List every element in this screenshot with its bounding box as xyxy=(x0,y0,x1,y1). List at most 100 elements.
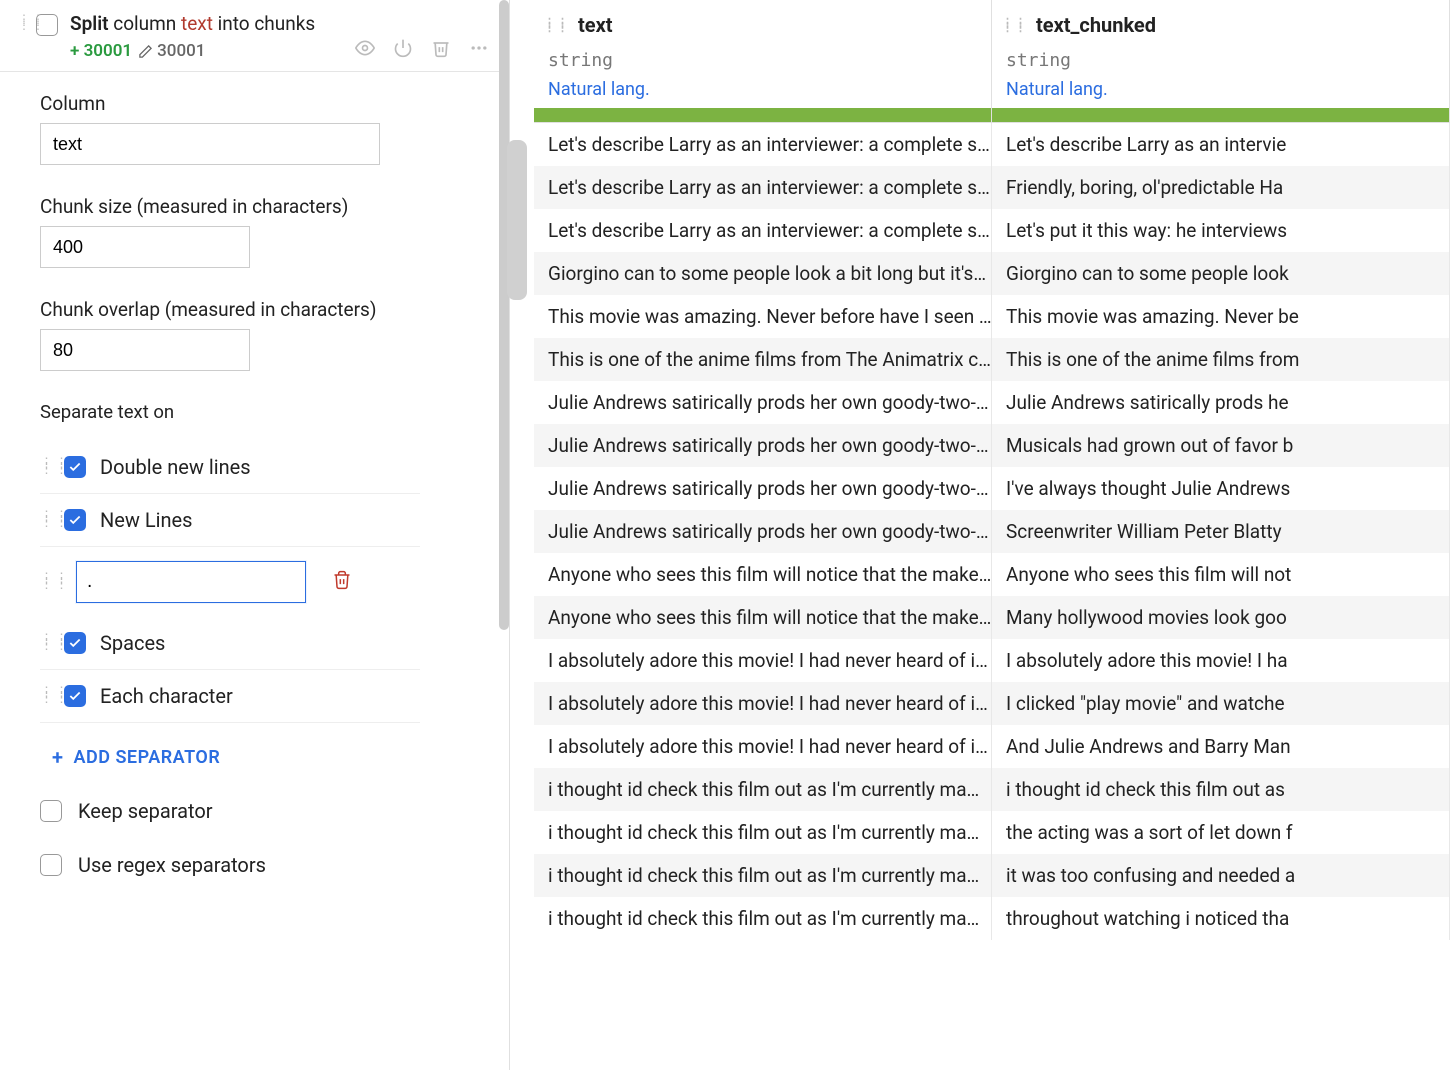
table-row[interactable]: i thought id check this film out as I'm … xyxy=(534,854,1450,897)
data-preview: ⋮⋮⋮⋮text string Natural lang. ⋮⋮⋮⋮text_c… xyxy=(534,0,1450,1070)
cell-text: i thought id check this film out as I'm … xyxy=(534,897,992,940)
column-meaning-link[interactable]: Natural lang. xyxy=(992,75,1449,108)
eye-icon[interactable] xyxy=(355,38,375,63)
column-label: Column xyxy=(40,92,469,115)
cell-text: Julie Andrews satirically prods her own … xyxy=(534,424,992,467)
cell-text-chunked: Many hollywood movies look goo xyxy=(992,596,1450,639)
drag-handle-icon[interactable]: ⋮⋮⋮⋮ xyxy=(40,461,50,473)
table-row[interactable]: Julie Andrews satirically prods her own … xyxy=(534,467,1450,510)
use-regex-label: Use regex separators xyxy=(78,853,266,877)
cell-text-chunked: Giorgino can to some people look xyxy=(992,252,1450,295)
separator-checkbox[interactable] xyxy=(64,456,86,478)
table-row[interactable]: This is one of the anime films from The … xyxy=(534,338,1450,381)
sidebar-scrollbar[interactable] xyxy=(499,0,509,630)
drag-handle-icon[interactable]: ⋮⋮⋮⋮ xyxy=(18,16,28,28)
cell-text: Anyone who sees this film will notice th… xyxy=(534,596,992,639)
rows-added-count: + 30001 xyxy=(70,41,132,61)
table-row[interactable]: Let's describe Larry as an interviewer: … xyxy=(534,123,1450,166)
cell-text: Julie Andrews satirically prods her own … xyxy=(534,467,992,510)
cell-text: This is one of the anime films from The … xyxy=(534,338,992,381)
table-row[interactable]: Giorgino can to some people look a bit l… xyxy=(534,252,1450,295)
chunk-overlap-label: Chunk overlap (measured in characters) xyxy=(40,298,469,321)
table-row[interactable]: I absolutely adore this movie! I had nev… xyxy=(534,682,1450,725)
panel-resizer[interactable] xyxy=(510,0,534,1070)
chunk-size-input[interactable] xyxy=(40,226,250,268)
cell-text: Anyone who sees this film will notice th… xyxy=(534,553,992,596)
cell-text: Giorgino can to some people look a bit l… xyxy=(534,252,992,295)
cell-text: I absolutely adore this movie! I had nev… xyxy=(534,682,992,725)
cell-text-chunked: Musicals had grown out of favor b xyxy=(992,424,1450,467)
cell-text: This movie was amazing. Never before hav… xyxy=(534,295,992,338)
use-regex-checkbox[interactable] xyxy=(40,854,62,876)
separator-label: Each character xyxy=(100,684,233,708)
table-row[interactable]: Julie Andrews satirically prods her own … xyxy=(534,510,1450,553)
keep-separator-label: Keep separator xyxy=(78,799,213,823)
cell-text-chunked: Friendly, boring, ol'predictable Ha xyxy=(992,166,1450,209)
cell-text: i thought id check this film out as I'm … xyxy=(534,854,992,897)
cell-text-chunked: Screenwriter William Peter Blatty xyxy=(992,510,1450,553)
cell-text: Julie Andrews satirically prods her own … xyxy=(534,510,992,553)
cell-text-chunked: I've always thought Julie Andrews xyxy=(992,467,1450,510)
table-row[interactable]: i thought id check this film out as I'm … xyxy=(534,897,1450,940)
power-icon[interactable] xyxy=(393,38,413,63)
drag-handle-icon[interactable]: ⋮⋮⋮⋮ xyxy=(40,637,50,649)
table-row[interactable]: Julie Andrews satirically prods her own … xyxy=(534,381,1450,424)
cell-text: Let's describe Larry as an interviewer: … xyxy=(534,209,992,252)
separator-label: Double new lines xyxy=(100,455,251,479)
more-icon[interactable] xyxy=(469,38,489,63)
drag-handle-icon[interactable]: ⋮⋮⋮⋮ xyxy=(1002,20,1028,30)
cell-text: Julie Andrews satirically prods her own … xyxy=(534,381,992,424)
rows-edited-count: 30001 xyxy=(138,41,205,61)
drag-handle-icon[interactable]: ⋮⋮⋮⋮ xyxy=(40,514,50,526)
separator-row: ⋮⋮⋮⋮ Double new lines xyxy=(40,441,420,494)
cell-text-chunked: Let's put it this way: he interviews xyxy=(992,209,1450,252)
cell-text: Let's describe Larry as an interviewer: … xyxy=(534,166,992,209)
table-row[interactable]: Anyone who sees this film will notice th… xyxy=(534,596,1450,639)
table-row[interactable]: I absolutely adore this movie! I had nev… xyxy=(534,639,1450,682)
separator-label: Spaces xyxy=(100,631,165,655)
column-input[interactable] xyxy=(40,123,380,165)
resizer-handle-icon[interactable] xyxy=(507,140,527,300)
cell-text-chunked: the acting was a sort of let down f xyxy=(992,811,1450,854)
separator-custom-row: ⋮⋮⋮⋮ xyxy=(40,547,469,617)
cell-text: Let's describe Larry as an interviewer: … xyxy=(534,123,992,166)
drag-handle-icon[interactable]: ⋮⋮⋮⋮ xyxy=(40,690,50,702)
cell-text-chunked: I absolutely adore this movie! I ha xyxy=(992,639,1450,682)
column-health-bar xyxy=(534,108,991,122)
column-type: string xyxy=(992,50,1449,75)
table-row[interactable]: Anyone who sees this film will notice th… xyxy=(534,553,1450,596)
keep-separator-checkbox[interactable] xyxy=(40,800,62,822)
separator-checkbox[interactable] xyxy=(64,685,86,707)
separator-checkbox[interactable] xyxy=(64,632,86,654)
table-row[interactable]: This movie was amazing. Never before hav… xyxy=(534,295,1450,338)
cell-text-chunked: throughout watching i noticed tha xyxy=(992,897,1450,940)
step-header: ⋮⋮⋮⋮ Split column text into chunks + 300… xyxy=(0,8,509,72)
step-enable-checkbox[interactable] xyxy=(36,14,58,36)
separator-checkbox[interactable] xyxy=(64,509,86,531)
separator-label: New Lines xyxy=(100,508,192,532)
drag-handle-icon[interactable]: ⋮⋮⋮⋮ xyxy=(544,20,570,30)
custom-separator-input[interactable] xyxy=(76,561,306,603)
column-header[interactable]: ⋮⋮⋮⋮text_chunked string Natural lang. xyxy=(992,0,1450,122)
separate-label: Separate text on xyxy=(40,401,469,423)
column-header[interactable]: ⋮⋮⋮⋮text string Natural lang. xyxy=(534,0,992,122)
table-row[interactable]: Let's describe Larry as an interviewer: … xyxy=(534,209,1450,252)
drag-handle-icon[interactable]: ⋮⋮⋮⋮ xyxy=(40,576,50,588)
column-meaning-link[interactable]: Natural lang. xyxy=(534,75,991,108)
cell-text-chunked: Let's describe Larry as an intervie xyxy=(992,123,1450,166)
add-separator-button[interactable]: + ADD SEPARATOR xyxy=(52,745,469,769)
cell-text-chunked: This movie was amazing. Never be xyxy=(992,295,1450,338)
cell-text: I absolutely adore this movie! I had nev… xyxy=(534,725,992,768)
table-row[interactable]: i thought id check this film out as I'm … xyxy=(534,811,1450,854)
config-sidebar: ⋮⋮⋮⋮ Split column text into chunks + 300… xyxy=(0,0,510,1070)
cell-text: I absolutely adore this movie! I had nev… xyxy=(534,639,992,682)
table-row[interactable]: i thought id check this film out as I'm … xyxy=(534,768,1450,811)
trash-icon[interactable] xyxy=(431,38,451,63)
chunk-overlap-input[interactable] xyxy=(40,329,250,371)
delete-separator-button[interactable] xyxy=(332,570,352,595)
table-row[interactable]: Julie Andrews satirically prods her own … xyxy=(534,424,1450,467)
cell-text-chunked: Anyone who sees this film will not xyxy=(992,553,1450,596)
table-row[interactable]: I absolutely adore this movie! I had nev… xyxy=(534,725,1450,768)
column-type: string xyxy=(534,50,991,75)
table-row[interactable]: Let's describe Larry as an interviewer: … xyxy=(534,166,1450,209)
